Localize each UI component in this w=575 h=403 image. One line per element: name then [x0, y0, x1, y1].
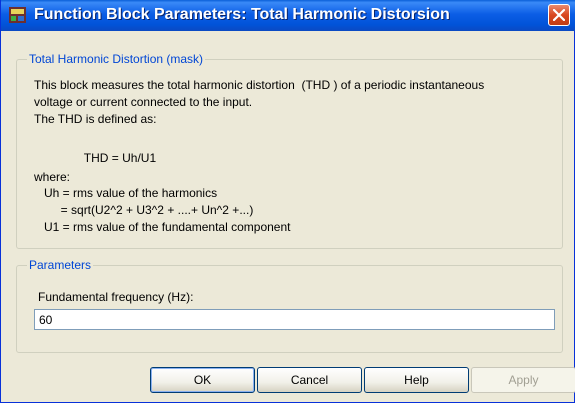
close-icon: [553, 9, 565, 21]
cancel-button[interactable]: Cancel: [257, 367, 362, 393]
formula-line: THD = Uh/U1: [34, 151, 157, 165]
description-group-legend: Total Harmonic Distortion (mask): [29, 52, 204, 66]
description-line: The THD is defined as:: [34, 112, 157, 126]
apply-button: Apply: [471, 367, 575, 393]
window-title: Function Block Parameters: Total Harmoni…: [34, 6, 450, 23]
parameters-group-legend: Parameters: [29, 258, 92, 272]
title-bar[interactable]: Function Block Parameters: Total Harmoni…: [1, 0, 575, 31]
parameters-group: Parameters: [16, 258, 563, 353]
ok-button[interactable]: OK: [150, 367, 255, 393]
fundamental-frequency-input[interactable]: [34, 309, 555, 330]
description-line: Uh = rms value of the harmonics: [34, 186, 218, 200]
description-line: voltage or current connected to the inpu…: [34, 95, 253, 109]
description-line: where:: [34, 170, 71, 184]
close-button[interactable]: [548, 4, 570, 26]
description-line: This block measures the total harmonic d…: [34, 78, 485, 92]
simulink-block-icon: [9, 7, 26, 23]
description-line: = sqrt(U2^2 + U3^2 + ....+ Un^2 +...): [34, 203, 254, 217]
dialog-window: Function Block Parameters: Total Harmoni…: [0, 0, 575, 403]
fundamental-frequency-label: Fundamental frequency (Hz):: [38, 290, 194, 304]
description-line: U1 = rms value of the fundamental compon…: [34, 220, 291, 234]
help-button[interactable]: Help: [364, 367, 469, 393]
